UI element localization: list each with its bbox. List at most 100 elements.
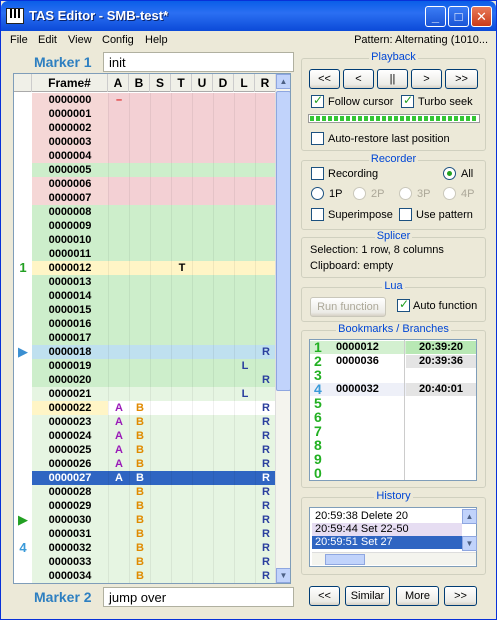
bookmark-row[interactable]: 6 [310,410,476,424]
input-cell-l[interactable] [234,331,255,345]
input-cell-a[interactable] [108,373,129,387]
input-cell-b[interactable] [129,121,150,135]
input-cell-a[interactable] [108,135,129,149]
input-cell-a[interactable] [108,499,129,513]
input-cell-r[interactable] [255,191,276,205]
input-cell-b[interactable] [129,303,150,317]
input-cell-l[interactable] [234,205,255,219]
input-cell-l[interactable] [234,191,255,205]
input-cell-t[interactable] [171,345,192,359]
input-cell-a[interactable] [108,191,129,205]
input-cell-d[interactable] [213,275,234,289]
input-cell-u[interactable] [192,485,213,499]
input-cell-u[interactable] [192,177,213,191]
input-cell-r[interactable]: R [255,499,276,513]
input-cell-t[interactable] [171,471,192,485]
table-row[interactable]: 0000010 [14,233,276,247]
input-cell-d[interactable] [213,149,234,163]
input-cell-s[interactable] [150,541,171,555]
input-cell-s[interactable] [150,471,171,485]
input-cell-s[interactable] [150,93,171,107]
history-item[interactable]: 20:59:44 Set 22-50 [312,523,462,536]
input-cell-s[interactable] [150,219,171,233]
input-cell-b[interactable] [129,163,150,177]
input-cell-b[interactable] [129,93,150,107]
input-cell-s[interactable] [150,303,171,317]
input-cell-l[interactable] [234,345,255,359]
input-cell-r[interactable]: R [255,527,276,541]
input-cell-r[interactable] [255,303,276,317]
input-cell-d[interactable] [213,191,234,205]
input-cell-t[interactable] [171,387,192,401]
input-cell-s[interactable] [150,233,171,247]
input-cell-r[interactable] [255,205,276,219]
input-cell-r[interactable]: R [255,555,276,569]
input-cell-u[interactable] [192,275,213,289]
bookmark-row[interactable]: 9 [310,452,476,466]
input-cell-s[interactable] [150,149,171,163]
forward-full-button[interactable]: >> [445,69,478,89]
input-cell-t[interactable] [171,247,192,261]
input-cell-t[interactable] [171,401,192,415]
input-cell-a[interactable]: – [108,93,129,107]
input-cell-t[interactable] [171,135,192,149]
input-cell-b[interactable]: B [129,499,150,513]
table-row[interactable]: 0000026 A B R [14,457,276,471]
input-cell-t[interactable] [171,163,192,177]
input-cell-d[interactable] [213,415,234,429]
input-cell-s[interactable] [150,513,171,527]
input-cell-u[interactable] [192,317,213,331]
input-cell-b[interactable] [129,219,150,233]
scroll-down-arrow[interactable]: ▼ [276,568,290,583]
input-cell-d[interactable] [213,205,234,219]
input-cell-s[interactable] [150,331,171,345]
input-cell-l[interactable] [234,289,255,303]
header-frame[interactable]: Frame# [32,74,108,92]
input-cell-r[interactable]: R [255,457,276,471]
table-row[interactable]: 0000023 A B R [14,415,276,429]
input-cell-s[interactable] [150,387,171,401]
input-cell-d[interactable] [213,331,234,345]
input-cell-l[interactable] [234,163,255,177]
input-cell-d[interactable] [213,359,234,373]
table-row[interactable]: 0000002 [14,121,276,135]
history-hscrollbar[interactable] [312,552,476,565]
input-cell-r[interactable]: R [255,471,276,485]
input-cell-t[interactable] [171,499,192,513]
input-cell-a[interactable] [108,513,129,527]
input-cell-t[interactable] [171,331,192,345]
similar-button[interactable]: Similar [345,586,390,606]
input-cell-b[interactable]: B [129,415,150,429]
input-cell-s[interactable] [150,415,171,429]
input-cell-d[interactable] [213,569,234,583]
table-row[interactable]: 0000006 [14,177,276,191]
input-cell-s[interactable] [150,121,171,135]
table-row[interactable]: 0000021 L [14,387,276,401]
input-cell-t[interactable] [171,177,192,191]
radio-4p[interactable] [443,187,456,200]
bookmark-row[interactable]: 7 [310,424,476,438]
header-r[interactable]: R [255,74,276,92]
input-cell-l[interactable] [234,401,255,415]
rewind-button[interactable]: < [343,69,374,89]
input-cell-b[interactable]: B [129,471,150,485]
table-row[interactable]: 0000029 B R [14,499,276,513]
input-cell-u[interactable] [192,415,213,429]
scroll-up-arrow[interactable]: ▲ [276,74,290,89]
input-cell-s[interactable] [150,247,171,261]
input-cell-s[interactable] [150,443,171,457]
input-cell-t[interactable] [171,107,192,121]
input-cell-s[interactable] [150,107,171,121]
scroll-thumb[interactable] [276,91,290,391]
input-cell-s[interactable] [150,275,171,289]
input-cell-t[interactable] [171,359,192,373]
menu-config[interactable]: Config [102,34,134,46]
input-cell-d[interactable] [213,233,234,247]
input-cell-b[interactable] [129,359,150,373]
input-cell-l[interactable] [234,485,255,499]
recording-checkbox[interactable] [311,167,324,180]
input-cell-r[interactable]: R [255,415,276,429]
input-cell-u[interactable] [192,303,213,317]
input-cell-a[interactable] [108,289,129,303]
input-cell-l[interactable] [234,303,255,317]
